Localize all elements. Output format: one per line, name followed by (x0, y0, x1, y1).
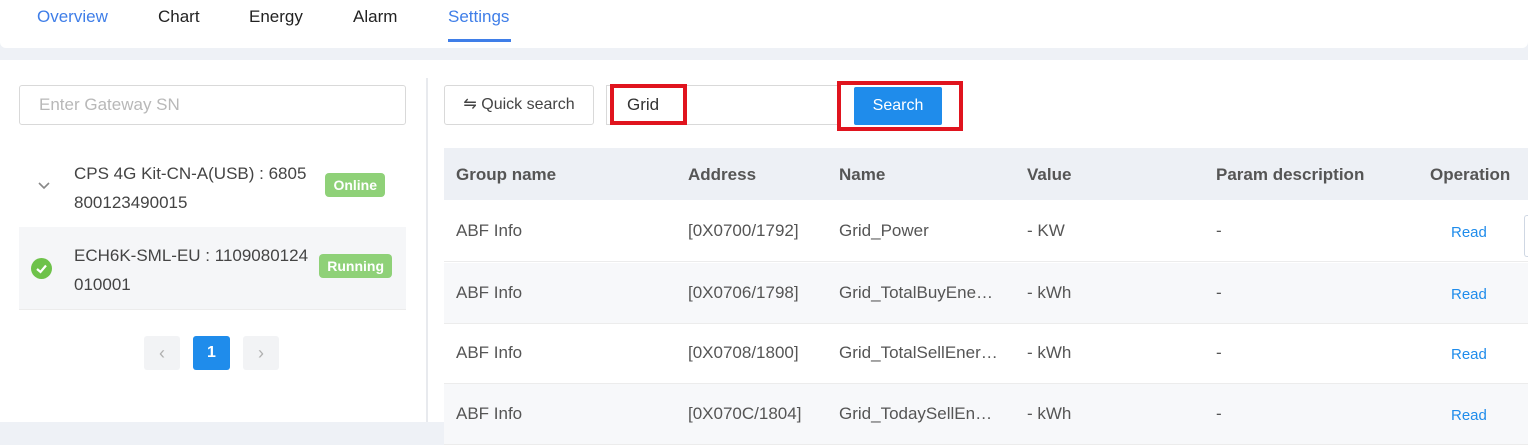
tab-alarm[interactable]: Alarm (353, 7, 397, 27)
col-value: Value (1027, 165, 1072, 184)
read-link[interactable]: Read (1451, 224, 1487, 241)
status-badge: Running (319, 254, 392, 278)
cell-group: ABF Info (456, 343, 523, 362)
cell-value: - KW (1027, 221, 1065, 240)
col-name: Name (839, 165, 886, 184)
tab-overview[interactable]: Overview (37, 7, 108, 27)
prev-page-button[interactable]: ‹ (144, 336, 180, 370)
page-1-button[interactable]: 1 (193, 336, 230, 370)
tab-energy[interactable]: Energy (249, 7, 303, 27)
table-header: Group name Address Name Value Param desc… (444, 148, 1528, 200)
side-panel-edge[interactable] (1524, 215, 1528, 257)
device-name: ECH6K-SML-EU : 1109080124010001 (74, 246, 309, 294)
cell-address: [0X0700/1792] (688, 221, 799, 240)
check-circle-icon (31, 258, 52, 279)
col-param-description: Param description (1216, 165, 1365, 184)
cell-address: [0X0708/1800] (688, 343, 799, 362)
quick-search-button[interactable]: ⇋ Quick search (444, 85, 594, 125)
read-link[interactable]: Read (1451, 407, 1487, 424)
panel-divider (426, 78, 428, 422)
cell-name: Grid_TodaySellEn… (839, 404, 993, 423)
cell-name: Grid_TotalSellEner… (839, 343, 998, 362)
status-badge: Online (325, 173, 385, 197)
col-group-name: Group name (456, 165, 557, 184)
highlight-box-search-button (837, 81, 963, 131)
table-row: ABF Info [0X0700/1792] Grid_Power - KW -… (444, 201, 1528, 262)
cell-description: - (1216, 343, 1222, 362)
tab-chart[interactable]: Chart (158, 7, 200, 27)
table-row: ABF Info [0X0708/1800] Grid_TotalSellEne… (444, 323, 1528, 384)
cell-description: - (1216, 404, 1222, 423)
cell-value: - kWh (1027, 404, 1072, 423)
device-list-item[interactable]: ECH6K-SML-EU : 1109080124010001 Running (19, 227, 406, 310)
main-panel: CPS 4G Kit-CN-A(USB) : 6805800123490015 … (0, 60, 1528, 445)
tab-settings[interactable]: Settings (448, 7, 509, 27)
chevron-down-icon[interactable] (37, 179, 51, 193)
col-address: Address (688, 165, 757, 184)
table-row: ABF Info [0X070C/1804] Grid_TodaySellEn…… (444, 384, 1528, 445)
cell-value: - kWh (1027, 283, 1072, 302)
read-link[interactable]: Read (1451, 346, 1487, 363)
cell-name: Grid_TotalBuyEne… (839, 283, 994, 302)
top-tab-bar: Overview Chart Energy Alarm Settings (0, 0, 1528, 48)
next-page-button[interactable]: › (243, 336, 279, 370)
read-link[interactable]: Read (1451, 286, 1487, 303)
cell-group: ABF Info (456, 404, 523, 423)
cell-name: Grid_Power (839, 221, 929, 240)
cell-address: [0X0706/1798] (688, 283, 799, 302)
cell-description: - (1216, 221, 1222, 240)
cell-group: ABF Info (456, 221, 523, 240)
gateway-sn-input[interactable] (19, 85, 406, 125)
cell-address: [0X070C/1804] (688, 404, 802, 423)
device-name: CPS 4G Kit-CN-A(USB) : 6805800123490015 (74, 164, 307, 212)
table-row: ABF Info [0X0706/1798] Grid_TotalBuyEne…… (444, 263, 1528, 324)
cell-group: ABF Info (456, 283, 523, 302)
col-operation: Operation (1430, 165, 1511, 184)
active-tab-indicator (448, 39, 511, 42)
cell-description: - (1216, 283, 1222, 302)
cell-value: - kWh (1027, 343, 1072, 362)
device-list-item[interactable]: CPS 4G Kit-CN-A(USB) : 6805800123490015 … (19, 145, 406, 228)
highlight-box-search-input (610, 84, 687, 125)
